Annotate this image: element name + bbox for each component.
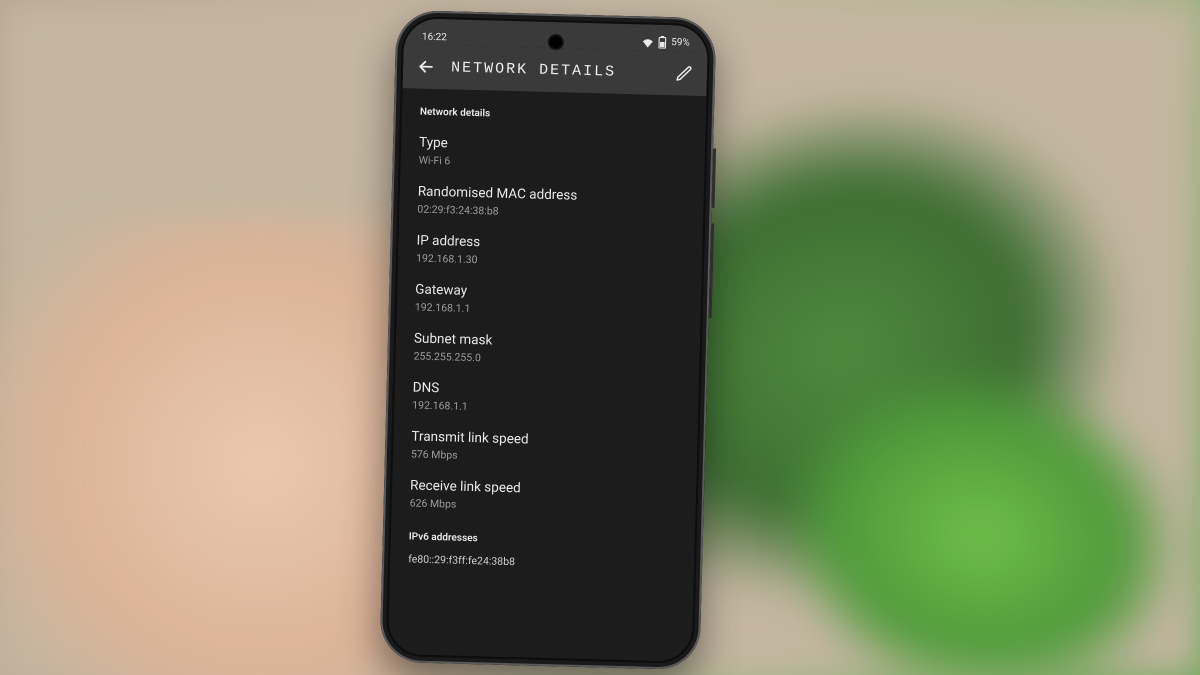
content-scroll[interactable]: Network details Type Wi-Fi 6 Randomised … [390,88,707,579]
row-subnet[interactable]: Subnet mask 255.255.255.0 [413,323,682,379]
back-button[interactable] [415,55,438,78]
page-title: NETWORK DETAILS [451,59,659,81]
row-transmit-speed[interactable]: Transmit link speed 576 Mbps [411,421,680,477]
row-dns[interactable]: DNS 192.168.1.1 [412,372,681,428]
wifi-icon [642,37,654,47]
phone: 16:22 59% NETWORK DETAILS Network d [380,10,717,670]
battery-icon [658,36,667,49]
app-bar: NETWORK DETAILS [403,44,708,96]
row-gateway[interactable]: Gateway 192.168.1.1 [414,275,683,331]
row-ip[interactable]: IP address 192.168.1.30 [416,226,685,282]
section-heading-ipv6: IPv6 addresses [409,531,677,549]
row-mac[interactable]: Randomised MAC address 02:29:f3:24:38:b8 [417,177,686,233]
row-receive-speed[interactable]: Receive link speed 626 Mbps [409,470,678,526]
status-battery-pct: 59% [671,37,690,48]
status-time: 16:22 [422,32,447,44]
section-heading-network-details: Network details [420,107,688,125]
ipv6-address: fe80::29:f3ff:fe24:38b8 [408,552,676,572]
screen: 16:22 59% NETWORK DETAILS Network d [388,18,709,662]
row-type[interactable]: Type Wi-Fi 6 [418,128,687,184]
edit-button[interactable] [673,62,696,85]
